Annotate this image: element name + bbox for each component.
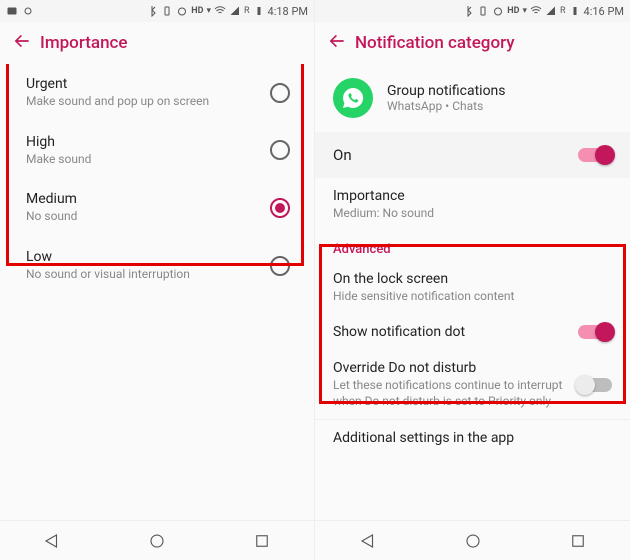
category-source: WhatsApp • Chats <box>387 99 506 113</box>
image-icon <box>6 5 18 17</box>
nav-bar <box>315 520 630 560</box>
battery-icon <box>569 5 581 17</box>
alarm-icon <box>492 5 504 17</box>
option-sub: Make sound <box>26 152 270 168</box>
clock-text: 4:18 PM <box>268 5 308 18</box>
alarm-icon <box>176 5 188 17</box>
option-title: Urgent <box>26 76 270 92</box>
lockscreen-row[interactable]: On the lock screen Hide sensitive notifi… <box>315 261 630 315</box>
option-title: Medium <box>26 191 270 207</box>
wifi-icon <box>530 5 542 17</box>
phone-left: HD ▾ R 4:18 PM Importance Urgent Make so <box>0 0 315 560</box>
page-title: Notification category <box>355 33 515 53</box>
vibrate-icon <box>477 5 489 17</box>
importance-list: Urgent Make sound and pop up on screen H… <box>0 64 314 294</box>
vibrate-icon <box>161 5 173 17</box>
bluetooth-icon <box>146 5 158 17</box>
toggle-switch[interactable] <box>578 378 612 392</box>
setting-sub: Medium: No sound <box>333 206 612 222</box>
option-title: Low <box>26 249 270 265</box>
nav-home-button[interactable] <box>464 532 482 550</box>
master-toggle-row[interactable]: On <box>315 132 630 178</box>
option-title: High <box>26 134 270 150</box>
importance-option-medium[interactable]: Medium No sound <box>0 179 314 237</box>
importance-option-urgent[interactable]: Urgent Make sound and pop up on screen <box>0 64 314 122</box>
arrow-left-icon <box>327 31 347 51</box>
app-bar: Notification category <box>315 22 630 64</box>
radio-icon <box>270 140 290 160</box>
setting-title: Additional settings in the app <box>333 430 612 446</box>
option-sub: Make sound and pop up on screen <box>26 94 270 110</box>
back-button[interactable] <box>327 31 355 56</box>
setting-title: Override Do not disturb <box>333 360 568 376</box>
setting-sub: Let these notifications continue to inte… <box>333 378 568 409</box>
option-sub: No sound or visual interruption <box>26 267 270 283</box>
signal-icon <box>545 5 557 17</box>
nav-back-button[interactable] <box>359 532 377 550</box>
clock-text: 4:16 PM <box>584 5 624 18</box>
hd-indicator: HD <box>507 6 519 16</box>
phone-right: HD ▾ R 4:16 PM Notification category <box>315 0 630 560</box>
signal-icon <box>229 5 241 17</box>
setting-sub: Hide sensitive notification content <box>333 289 612 305</box>
toggle-switch[interactable] <box>578 325 612 339</box>
nav-back-button[interactable] <box>43 532 61 550</box>
setting-title: Importance <box>333 188 612 204</box>
network-indicator: R <box>244 6 250 16</box>
status-bar: HD ▾ R 4:18 PM <box>0 0 314 22</box>
advanced-label: Advanced <box>315 232 630 261</box>
additional-settings-row[interactable]: Additional settings in the app <box>315 420 630 456</box>
back-button[interactable] <box>12 31 40 56</box>
watch-icon <box>22 5 34 17</box>
radio-icon <box>270 198 290 218</box>
importance-row[interactable]: Importance Medium: No sound <box>315 178 630 232</box>
network-indicator: R <box>560 6 566 16</box>
hd-indicator: HD <box>191 6 203 16</box>
override-dnd-row[interactable]: Override Do not disturb Let these notifi… <box>315 350 630 419</box>
notification-dot-row[interactable]: Show notification dot <box>315 314 630 350</box>
setting-title: On the lock screen <box>333 271 612 287</box>
battery-icon <box>253 5 265 17</box>
toggle-switch[interactable] <box>578 148 612 162</box>
nav-recent-button[interactable] <box>253 532 271 550</box>
nav-recent-button[interactable] <box>569 532 587 550</box>
nav-bar <box>0 520 314 560</box>
status-bar: HD ▾ R 4:16 PM <box>315 0 630 22</box>
bluetooth-icon <box>462 5 474 17</box>
option-sub: No sound <box>26 209 270 225</box>
radio-icon <box>270 256 290 276</box>
importance-option-low[interactable]: Low No sound or visual interruption <box>0 237 314 295</box>
app-bar: Importance <box>0 22 314 64</box>
whatsapp-icon <box>333 78 373 118</box>
category-header: Group notifications WhatsApp • Chats <box>315 64 630 132</box>
category-name: Group notifications <box>387 83 506 99</box>
nav-home-button[interactable] <box>148 532 166 550</box>
setting-title: Show notification dot <box>333 324 568 340</box>
wifi-icon <box>214 5 226 17</box>
master-toggle-label: On <box>333 146 578 164</box>
page-title: Importance <box>40 33 128 53</box>
arrow-left-icon <box>12 31 32 51</box>
importance-option-high[interactable]: High Make sound <box>0 122 314 180</box>
radio-icon <box>270 83 290 103</box>
